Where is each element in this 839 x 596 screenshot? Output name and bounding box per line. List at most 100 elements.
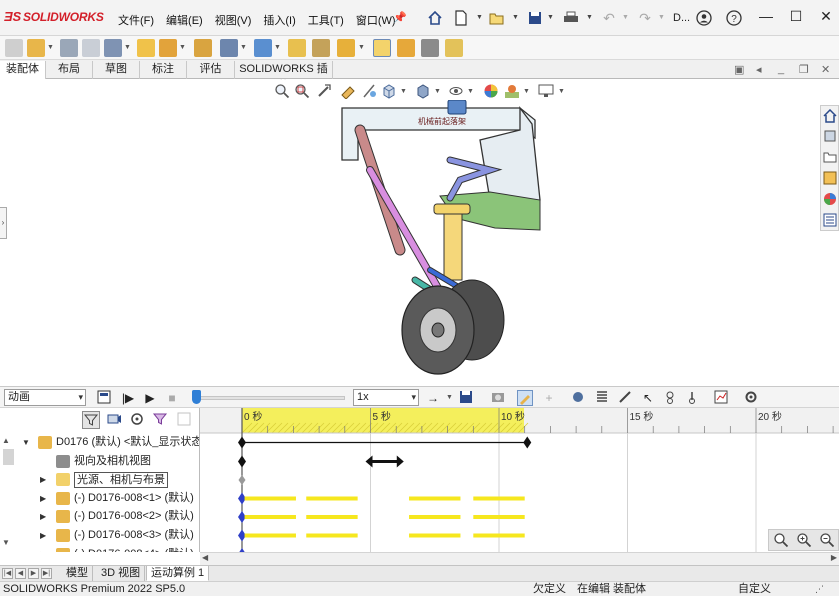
- filter-animated-icon[interactable]: [106, 411, 124, 429]
- tree-row[interactable]: ▼ D0176 (默认) <默认_显示状态: [0, 433, 199, 452]
- tree-row[interactable]: ▶ (-) D0176-008<2> (默认): [0, 507, 199, 526]
- first-tab-icon[interactable]: |◀: [2, 568, 13, 579]
- playback-speed-select[interactable]: 1x ▾: [353, 389, 419, 406]
- expand-right-icon[interactable]: ▶: [40, 489, 46, 508]
- take-snapshot-icon[interactable]: [421, 39, 439, 57]
- appearances-scenes-icon[interactable]: [822, 191, 838, 207]
- update-speedpak-icon[interactable]: [397, 39, 415, 57]
- view-settings-dropdown-icon[interactable]: ▼: [558, 88, 565, 95]
- tree-row[interactable]: ▶ (-) D0176-008<1> (默认): [0, 489, 199, 508]
- timeline-canvas[interactable]: 0 秒 5 秒 10 秒 15 秒 20 秒: [200, 408, 839, 552]
- assembly-features-icon[interactable]: [220, 39, 238, 57]
- reference-dropdown-icon[interactable]: ▼: [274, 44, 281, 51]
- filter-selected-icon[interactable]: [152, 411, 170, 429]
- zoom-in-icon[interactable]: [796, 532, 812, 548]
- landing-gear-model[interactable]: 机械前起落架: [330, 100, 560, 380]
- playback-slider-thumb[interactable]: [192, 390, 201, 404]
- tab-solidworks-addins[interactable]: SOLIDWORKS 插件: [235, 61, 333, 92]
- expand-down-icon[interactable]: ▼: [22, 433, 30, 452]
- menu-insert[interactable]: 插入(I): [263, 12, 295, 28]
- user-account[interactable]: D...: [673, 12, 690, 24]
- open-dropdown-icon[interactable]: ▼: [512, 14, 519, 21]
- minimize-icon[interactable]: —: [755, 8, 777, 28]
- playback-mode-dropdown-icon[interactable]: ▼: [446, 394, 453, 401]
- tab-model[interactable]: 模型: [62, 566, 93, 581]
- tree-row[interactable]: 视向及相机视图: [0, 452, 199, 471]
- filter-results-icon[interactable]: [176, 411, 194, 429]
- move-dropdown-icon[interactable]: ▼: [179, 44, 186, 51]
- custom-properties-icon[interactable]: [822, 212, 838, 228]
- exploded-dropdown-icon[interactable]: ▼: [358, 44, 365, 51]
- playback-mode-icon[interactable]: →: [425, 390, 441, 406]
- motion-study-properties-icon[interactable]: [743, 390, 759, 406]
- design-library-icon[interactable]: [822, 128, 838, 144]
- bill-of-materials-icon[interactable]: [312, 39, 330, 57]
- autokey-icon[interactable]: [517, 390, 533, 406]
- pin-menu-icon[interactable]: 📌: [393, 11, 407, 24]
- tree-row[interactable]: ▶ (-) D0176-008<4> (默认): [0, 545, 199, 552]
- filter-driving-icon[interactable]: [129, 411, 147, 429]
- dynamic-annotation-icon[interactable]: [362, 83, 378, 99]
- animation-wizard-icon[interactable]: [490, 390, 506, 406]
- undo-icon[interactable]: ↶: [600, 9, 618, 27]
- previous-view-icon[interactable]: [316, 83, 332, 99]
- tab-motion-study-1[interactable]: 运动算例 1: [146, 566, 210, 581]
- scroll-right-icon[interactable]: ▶: [831, 553, 837, 562]
- linear-pattern-icon[interactable]: [104, 39, 122, 57]
- window-menu-icon[interactable]: ◂: [756, 63, 762, 76]
- gravity-icon[interactable]: [684, 390, 700, 406]
- save-dropdown-icon[interactable]: ▼: [547, 14, 554, 21]
- menu-tools[interactable]: 工具(T): [308, 12, 344, 28]
- tree-row[interactable]: ▶ (-) D0176-008<3> (默认): [0, 526, 199, 545]
- solidworks-logo[interactable]: ƎS SOLIDWORKS: [4, 9, 104, 24]
- scene-dropdown-icon[interactable]: ▼: [523, 88, 530, 95]
- user-icon[interactable]: [695, 9, 713, 27]
- graphics-area[interactable]: ▼ ▼ ▼ ▼ ▼ 机械前起落架 ›: [0, 80, 839, 386]
- doc-minimize-icon[interactable]: _: [778, 63, 784, 75]
- menu-window[interactable]: 窗口(W): [356, 12, 396, 28]
- pattern-dropdown-icon[interactable]: ▼: [124, 44, 131, 51]
- zoom-out-icon[interactable]: [819, 532, 835, 548]
- damper-icon[interactable]: [617, 390, 633, 406]
- mate-dropdown-icon[interactable]: ▼: [47, 44, 54, 51]
- tab-assembly[interactable]: 装配体: [0, 61, 46, 79]
- force-icon[interactable]: ↖: [640, 390, 656, 406]
- view-settings-icon[interactable]: [538, 83, 554, 99]
- next-tab-icon[interactable]: ▶: [28, 568, 39, 579]
- solidworks-resources-icon[interactable]: [822, 108, 838, 124]
- tab-markup[interactable]: 标注: [140, 61, 187, 79]
- redo-icon[interactable]: ↷: [636, 9, 654, 27]
- display-style-icon[interactable]: [415, 83, 431, 99]
- apply-scene-icon[interactable]: [504, 83, 520, 99]
- features-dropdown-icon[interactable]: ▼: [240, 44, 247, 51]
- view-palette-icon[interactable]: [822, 170, 838, 186]
- contact-icon[interactable]: [662, 390, 678, 406]
- hide-show-items-icon[interactable]: [448, 83, 464, 99]
- move-component-icon[interactable]: [159, 39, 177, 57]
- tile-icon[interactable]: ▣: [734, 63, 744, 76]
- scroll-left-icon[interactable]: ◀: [202, 553, 208, 562]
- feature-manager-expand-handle[interactable]: ›: [0, 207, 7, 239]
- hide-show-dropdown-icon[interactable]: ▼: [467, 88, 474, 95]
- smart-fasteners-icon[interactable]: [137, 39, 155, 57]
- add-key-icon[interactable]: +: [541, 390, 557, 406]
- new-motion-study-icon[interactable]: [288, 39, 306, 57]
- insert-components-icon[interactable]: [5, 39, 23, 57]
- timeline-horizontal-scrollbar[interactable]: ◀ ▶: [200, 552, 839, 565]
- stop-icon[interactable]: ■: [164, 390, 180, 406]
- expand-right-icon[interactable]: ▶: [40, 526, 46, 545]
- new-document-icon[interactable]: [452, 9, 470, 27]
- custom-units[interactable]: 自定义: [738, 582, 771, 596]
- play-icon[interactable]: ▶: [142, 390, 158, 406]
- menu-view[interactable]: 视图(V): [215, 12, 252, 28]
- help-icon[interactable]: ?: [725, 9, 743, 27]
- exploded-view-icon[interactable]: [337, 39, 355, 57]
- doc-close-icon[interactable]: ✕: [821, 63, 830, 76]
- large-assembly-mode-icon[interactable]: [445, 39, 463, 57]
- display-style-dropdown-icon[interactable]: ▼: [434, 88, 441, 95]
- filter-icon[interactable]: [82, 411, 100, 429]
- reference-geometry-icon[interactable]: [254, 39, 272, 57]
- tree-row[interactable]: ▶ 光源、相机与布景: [0, 470, 199, 489]
- component-preview-icon[interactable]: [82, 39, 100, 57]
- expand-right-icon[interactable]: ▶: [40, 507, 46, 526]
